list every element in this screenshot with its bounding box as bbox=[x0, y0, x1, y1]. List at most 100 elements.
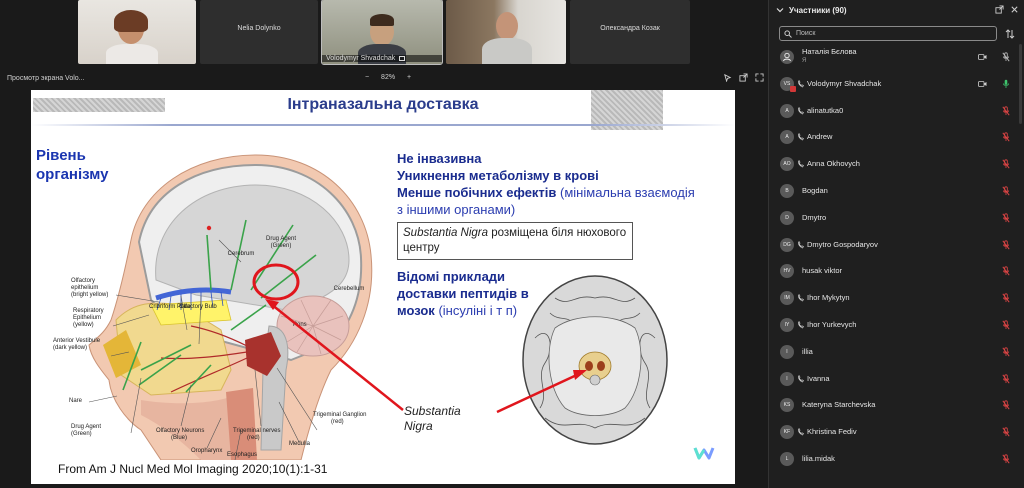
avatar: A bbox=[780, 130, 794, 145]
label-anterior-vestibule-2: (dark yellow) bbox=[53, 345, 87, 351]
mic-muted-icon[interactable] bbox=[1002, 373, 1010, 384]
tile-name-active: Volodymyr Shvadchak bbox=[322, 55, 442, 62]
phone-icon bbox=[798, 240, 804, 248]
mic-muted-icon[interactable] bbox=[1002, 52, 1010, 62]
label-medulla: Medulla bbox=[289, 441, 311, 447]
participant-row[interactable]: KS Kateryna Starchevska bbox=[769, 392, 1024, 419]
search-input[interactable] bbox=[796, 28, 992, 39]
participant-row[interactable]: Aalinatutka0 bbox=[769, 98, 1024, 125]
examples-note: (інсуліні і т п) bbox=[438, 303, 518, 318]
fullscreen-icon[interactable] bbox=[755, 73, 764, 82]
participant-row[interactable]: D Dmytro bbox=[769, 205, 1024, 232]
title-underline bbox=[31, 124, 735, 126]
mic-muted-icon[interactable] bbox=[1002, 266, 1010, 276]
remote-control-icon[interactable] bbox=[723, 73, 732, 82]
participant-row[interactable]: Iillia bbox=[769, 339, 1024, 366]
mic-muted-icon[interactable] bbox=[1002, 132, 1010, 142]
phone-icon bbox=[798, 428, 804, 436]
label-pons: Pons bbox=[293, 322, 307, 328]
mic-muted-icon[interactable] bbox=[1002, 239, 1010, 250]
participant-list: Наталія Бєлова Я VS Volodymyr Shvadchak Aali… bbox=[769, 44, 1024, 473]
video-strip: Nelia Dolynko Volodymyr Shvadchak Олекса… bbox=[0, 0, 768, 66]
participant-row[interactable]: IM Ihor Mykytyn bbox=[769, 285, 1024, 312]
video-tile-4[interactable] bbox=[446, 0, 566, 64]
label-cerebellum: Cerebellum bbox=[334, 286, 365, 292]
participant-name: Andrew bbox=[807, 132, 833, 142]
avatar: D bbox=[780, 210, 794, 225]
participants-title: Участники (90) bbox=[789, 6, 847, 15]
slide-title: Інтраназальна доставка bbox=[287, 96, 479, 113]
mic-muted-icon[interactable] bbox=[1002, 293, 1010, 303]
participant-row[interactable]: KF Khristina Fediv bbox=[769, 419, 1024, 446]
video-tile-5[interactable]: Олександра Козак bbox=[570, 0, 690, 64]
participant-name: Bogdan bbox=[802, 185, 828, 195]
camera-icon bbox=[978, 80, 987, 87]
mic-muted-icon[interactable] bbox=[1002, 427, 1010, 437]
participants-panel: Участники (90) Наталія Бєлова Я VSVolodymy… bbox=[768, 0, 1024, 488]
avatar: IM bbox=[780, 291, 794, 306]
participant-row[interactable]: Наталія Бєлова Я bbox=[769, 44, 1024, 71]
mic-active-icon[interactable] bbox=[1002, 79, 1010, 89]
label-drug-agent-bottom: Drug Agent bbox=[71, 424, 101, 430]
label-olfactory-epithelium-2: epithelium bbox=[71, 285, 98, 291]
mic-muted-icon[interactable] bbox=[1002, 400, 1010, 410]
label-green-bottom: (Green) bbox=[71, 431, 92, 437]
label-trigeminal-ganglion: Trigeminal Ganglion bbox=[313, 412, 366, 418]
phone-icon bbox=[798, 106, 804, 115]
avatar: KS bbox=[780, 398, 794, 413]
participant-name: Volodymyr Shvadchak bbox=[807, 78, 882, 88]
avatar: KF bbox=[780, 425, 794, 440]
bullet-list: Не інвазивна Уникнення метаболізму в кро… bbox=[397, 150, 697, 218]
avatar: IY bbox=[780, 317, 794, 332]
panel-scrollbar[interactable] bbox=[1019, 44, 1022, 124]
participant-row[interactable]: VS Volodymyr Shvadchak bbox=[769, 71, 1024, 98]
screen-share-badge-icon bbox=[399, 55, 406, 61]
zoom-out-button[interactable]: − bbox=[365, 74, 369, 81]
video-tile-3[interactable]: Volodymyr Shvadchak bbox=[321, 0, 443, 65]
mic-muted-icon[interactable] bbox=[1002, 186, 1010, 196]
phone-icon bbox=[798, 80, 804, 88]
participant-row[interactable]: A Andrew bbox=[769, 124, 1024, 151]
video-tile-1[interactable] bbox=[78, 0, 196, 64]
mic-muted-icon[interactable] bbox=[1002, 320, 1010, 330]
participant-row[interactable]: IY Ihor Yurkevych bbox=[769, 312, 1024, 339]
label-anterior-vestibule-1: Anterior Vestibule bbox=[53, 338, 101, 344]
camera-icon bbox=[978, 54, 987, 60]
participant-row[interactable]: DG Dmytro Gospodaryov bbox=[769, 232, 1024, 259]
phone-icon bbox=[798, 160, 804, 168]
phone-icon bbox=[798, 321, 804, 329]
label-cerebrum: Cerebrum bbox=[228, 251, 255, 257]
close-panel-icon[interactable] bbox=[1010, 5, 1019, 14]
mic-muted-icon[interactable] bbox=[1002, 213, 1010, 223]
popout-panel-icon[interactable] bbox=[995, 5, 1004, 14]
participant-row[interactable]: Llilia.midak bbox=[769, 446, 1024, 473]
zoom-level: 82% bbox=[381, 74, 396, 81]
sort-icon[interactable] bbox=[1005, 29, 1015, 39]
presenter-badge-icon bbox=[790, 85, 796, 92]
label-olfactory-neurons: Olfactory Neurons bbox=[156, 428, 204, 434]
popout-icon[interactable] bbox=[739, 73, 748, 82]
participant-row[interactable]: I Ivanna bbox=[769, 366, 1024, 393]
collapse-chevron-icon[interactable] bbox=[776, 6, 784, 14]
mic-muted-icon[interactable] bbox=[1002, 454, 1010, 464]
video-tile-2[interactable]: Nelia Dolynko bbox=[200, 0, 318, 64]
participant-name: Khristina Fediv bbox=[807, 427, 857, 437]
zoom-in-button[interactable]: + bbox=[407, 74, 411, 81]
participant-row[interactable]: HV husak viktor bbox=[769, 258, 1024, 285]
slide-citation: From Am J Nucl Med Mol Imaging 2020;10(1… bbox=[58, 462, 328, 476]
zoom-control: − 82% + bbox=[360, 74, 416, 81]
participant-name: Kateryna Starchevska bbox=[802, 400, 876, 410]
mic-muted-icon[interactable] bbox=[1002, 347, 1010, 357]
label-nare: Nare bbox=[69, 398, 83, 404]
avatar: DG bbox=[780, 237, 794, 252]
avatar: AO bbox=[780, 157, 794, 172]
label-esophagus: Esophagus bbox=[227, 452, 257, 458]
substantia-nigra-box: Substantia Nigra розміщена біля нюхового… bbox=[397, 222, 633, 260]
participant-row[interactable]: AO Anna Okhovych bbox=[769, 151, 1024, 178]
mic-muted-icon[interactable] bbox=[1002, 105, 1010, 116]
participant-row[interactable]: B Bogdan bbox=[769, 178, 1024, 205]
bullet-fewer-side-effects: Менше побічних ефектів bbox=[397, 185, 557, 200]
participant-name: Наталія Бєлова bbox=[802, 47, 857, 56]
mic-muted-icon[interactable] bbox=[1002, 159, 1010, 169]
participant-search bbox=[779, 26, 997, 41]
